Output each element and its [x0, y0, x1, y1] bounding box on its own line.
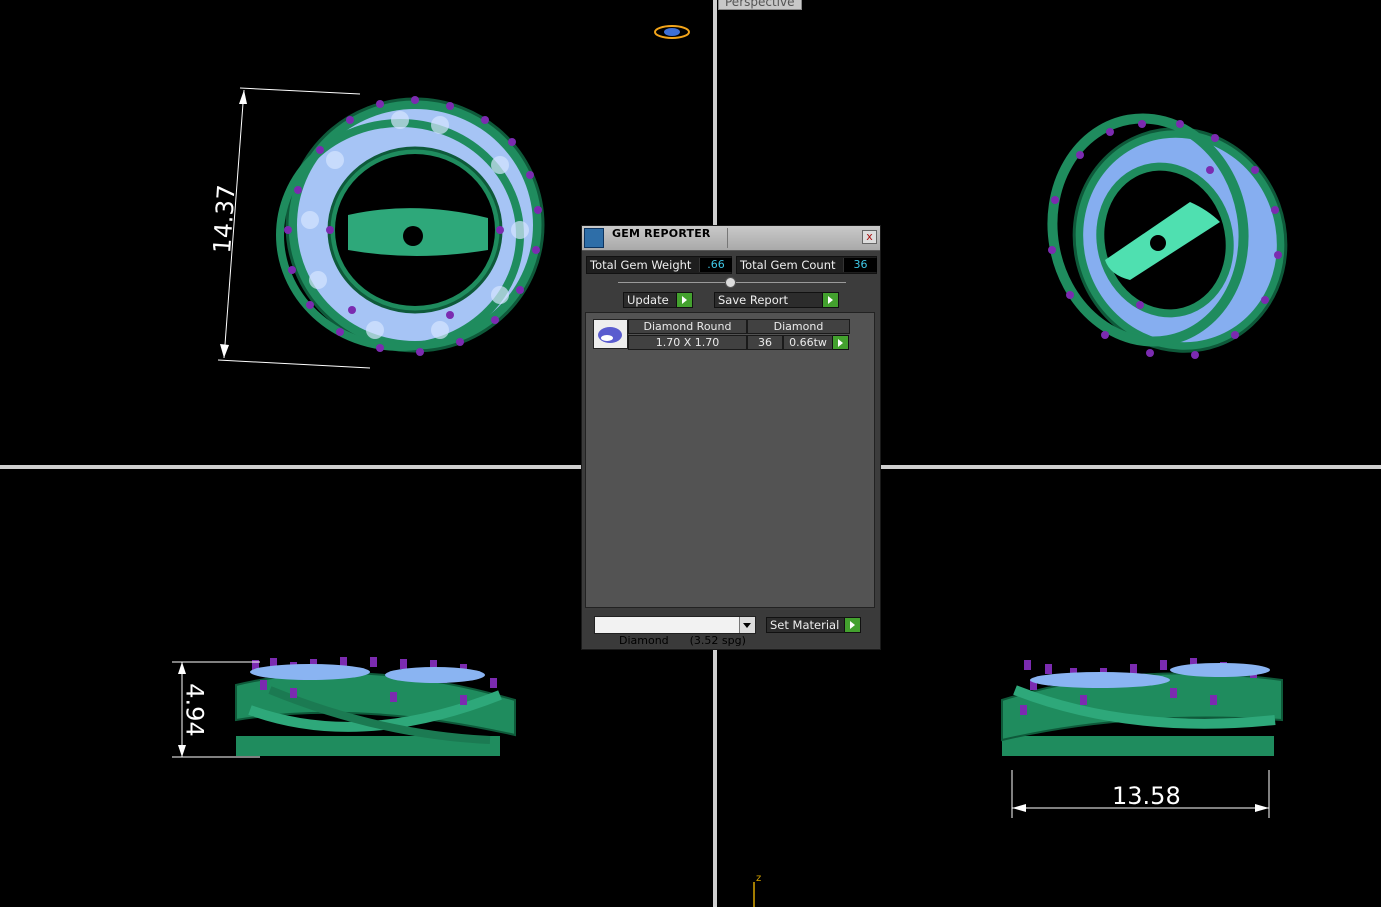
gem-weight: 0.66tw [783, 335, 833, 350]
total-gem-weight-label: Total Gem Weight [590, 258, 692, 272]
top-view-ring-model [217, 87, 545, 369]
gem-list: Diamond Round Diamond 1.70 X 1.70 36 0.6… [585, 312, 875, 608]
round-gem-thumbnail[interactable] [593, 319, 628, 349]
save-report-go-icon [822, 293, 838, 307]
total-gem-count-label: Total Gem Count [740, 258, 836, 272]
title-divider [727, 228, 728, 248]
total-gem-count: Total Gem Count 36 [736, 256, 877, 274]
close-button[interactable]: x [862, 230, 877, 244]
gem-reporter-titlebar[interactable]: GEM REPORTER x [582, 226, 880, 251]
total-gem-weight-value: .66 [699, 258, 732, 272]
collapse-toggle[interactable] [725, 277, 736, 288]
gem-shape-header: Diamond Round [628, 319, 747, 334]
gem-material-header: Diamond [747, 319, 850, 334]
material-select[interactable]: Diamond (3.52 spg) [594, 616, 756, 647]
width-dimension-bottom: 13.58 [1112, 782, 1181, 810]
gem-count: 36 [747, 335, 783, 350]
update-go-icon [676, 293, 692, 307]
height-dimension-top: 14.37 [207, 183, 241, 255]
gem-reporter-icon [584, 228, 604, 248]
save-report-button[interactable]: Save Report [714, 292, 839, 308]
view-cube-icon[interactable] [652, 22, 692, 42]
gem-size: 1.70 X 1.70 [628, 335, 747, 350]
update-button[interactable]: Update [623, 292, 693, 308]
set-material-button[interactable]: Set Material [766, 617, 861, 633]
axis-gizmo-icon [753, 882, 755, 907]
material-select-value: Diamond (3.52 spg) [618, 634, 746, 647]
set-material-label: Set Material [770, 618, 840, 632]
perspective-ring-model [1047, 113, 1288, 359]
save-report-label: Save Report [718, 293, 789, 307]
perspective-viewport-label[interactable]: Perspective [718, 0, 802, 10]
gem-row-go-button[interactable] [832, 335, 849, 350]
window-title: GEM REPORTER [612, 227, 711, 240]
total-gem-weight: Total Gem Weight .66 [586, 256, 732, 274]
update-label: Update [627, 293, 669, 307]
total-gem-count-value: 36 [843, 258, 877, 272]
set-material-go-icon [844, 618, 860, 632]
height-dimension-bottom: 4.94 [180, 683, 209, 737]
z-axis-label: z [756, 873, 762, 884]
gem-row-go-icon [832, 336, 848, 349]
gem-reporter-window: GEM REPORTER x Total Gem Weight .66 Tota… [581, 225, 881, 650]
chevron-down-icon[interactable] [739, 617, 755, 633]
front-view-ring-model [172, 657, 516, 758]
material-bar: Diamond (3.52 spg) Set Material [582, 610, 880, 648]
